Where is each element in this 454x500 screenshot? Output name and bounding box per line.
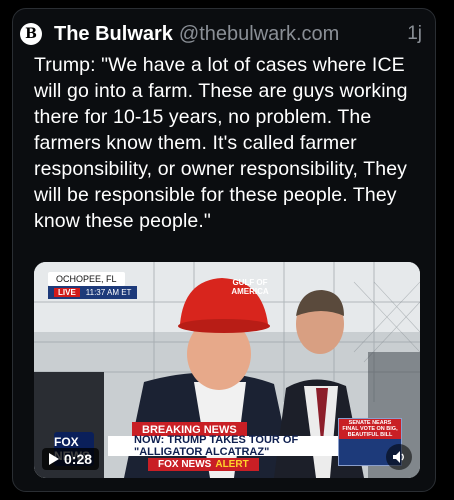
side-news-caption: SENATE NEARS FINAL VOTE ON BIG, BEAUTIFU… xyxy=(339,419,401,439)
hat-text: GULF OF AMERICA xyxy=(231,278,269,296)
fox-news-alert: FOX NEWS ALERT xyxy=(148,458,259,471)
alert-label: ALERT xyxy=(215,459,249,470)
author-avatar[interactable]: B xyxy=(20,23,42,45)
play-duration-button[interactable]: 0:28 xyxy=(42,448,100,470)
network-name: FOX NEWS xyxy=(158,459,212,470)
author-name[interactable]: The Bulwark xyxy=(54,23,173,46)
live-badge: LIVE xyxy=(54,288,80,297)
play-icon[interactable] xyxy=(49,453,59,465)
video-player[interactable]: OCHOPEE, FL LIVE 11:37 AM ET GULF OF AME… xyxy=(34,262,420,478)
post-header: B The Bulwark @thebulwark.com 1j xyxy=(20,19,434,49)
news-headline: NOW: TRUMP TAKES TOUR OF "ALLIGATOR ALCA… xyxy=(108,434,366,458)
post-timestamp[interactable]: 1j xyxy=(407,23,434,45)
location-label: OCHOPEE, FL xyxy=(48,272,125,286)
post-text: Trump: "We have a lot of cases where ICE… xyxy=(34,54,408,232)
live-time: 11:37 AM ET xyxy=(85,288,132,297)
author-handle[interactable]: @thebulwark.com xyxy=(179,23,339,46)
live-indicator: LIVE 11:37 AM ET xyxy=(48,286,138,299)
volume-button[interactable] xyxy=(386,444,412,470)
video-duration: 0:28 xyxy=(64,451,93,467)
volume-icon[interactable] xyxy=(391,449,407,465)
